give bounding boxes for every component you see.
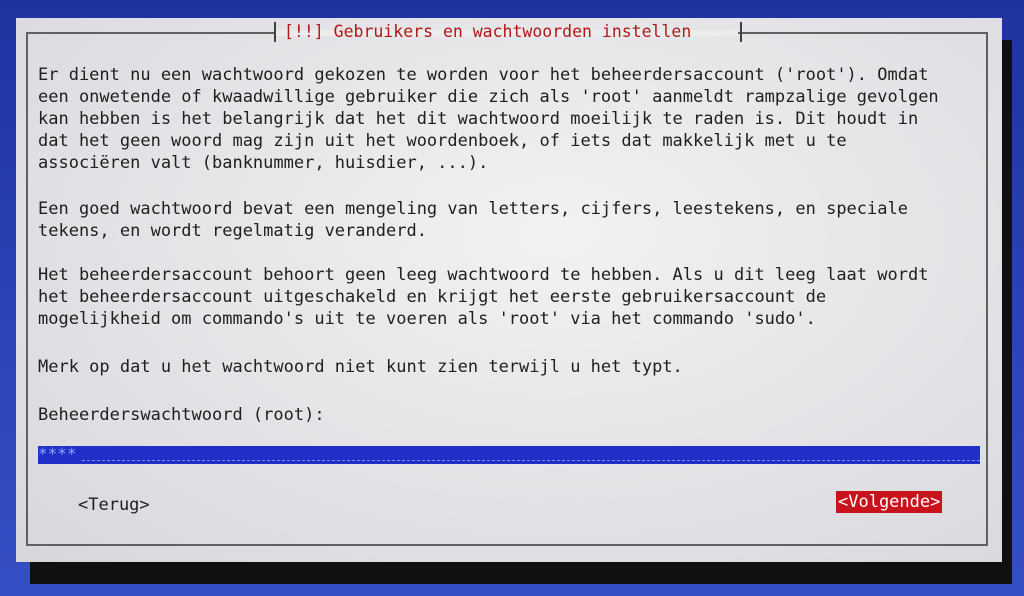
password-field-label: Beheerderswachtwoord (root): (38, 405, 325, 425)
title-divider-right (740, 22, 742, 42)
password-masked-value: **** (38, 446, 77, 463)
back-button[interactable]: <Terug> (78, 494, 150, 516)
installer-dialog: [!!] Gebruikers en wachtwoorden instelle… (16, 18, 1002, 562)
intro-paragraph: Er dient nu een wachtwoord gekozen te wo… (38, 65, 939, 173)
dialog-title: [!!] Gebruikers en wachtwoorden instelle… (284, 22, 692, 41)
root-password-input[interactable]: **** (38, 446, 980, 464)
next-button[interactable]: <Volgende> (836, 491, 943, 513)
hidden-typing-note: Merk op dat u het wachtwoord niet kunt z… (38, 357, 683, 377)
empty-password-paragraph: Het beheerdersaccount behoort geen leeg … (38, 265, 929, 329)
input-underline (82, 460, 980, 461)
password-advice-paragraph: Een goed wachtwoord bevat een mengeling … (38, 199, 908, 241)
